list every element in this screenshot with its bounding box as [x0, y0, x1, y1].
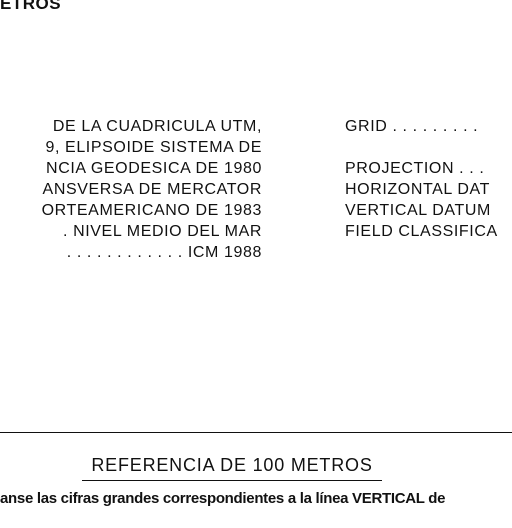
- page-header-title: ETROS: [0, 0, 62, 13]
- info-line-geodesic-reference: NCIA GEODESICA DE 1980: [46, 160, 262, 177]
- english-field-classification-label: FIELD CLASSIFICA: [345, 223, 498, 240]
- reference-title: REFERENCIA DE 100 METROS: [91, 455, 373, 475]
- section-divider: [0, 432, 512, 433]
- english-horizontal-datum-label: HORIZONTAL DAT: [345, 181, 490, 198]
- info-line-vertical-datum: . NIVEL MEDIO DEL MAR: [62, 223, 262, 240]
- reference-note: anse las cifras grandes correspondientes…: [0, 490, 446, 507]
- spanish-map-info-block: DE LA CUADRICULA UTM, 9, ELIPSOIDE SISTE…: [0, 116, 262, 263]
- english-grid-label: GRID . . . . . . . . .: [345, 118, 479, 135]
- info-line-projection: ANSVERSA DE MERCATOR: [42, 181, 262, 198]
- info-line-ellipsoid: 9, ELIPSOIDE SISTEMA DE: [45, 139, 262, 156]
- info-line-horizontal-datum: ORTEAMERICANO DE 1983: [41, 202, 262, 219]
- info-line-grid: DE LA CUADRICULA UTM,: [52, 118, 262, 135]
- english-block-spacer: [345, 137, 512, 158]
- english-vertical-datum-label: VERTICAL DATUM: [345, 202, 491, 219]
- english-map-info-block: GRID . . . . . . . . . PROJECTION . . . …: [345, 116, 512, 242]
- english-projection-label: PROJECTION . . .: [345, 160, 485, 177]
- reference-title-underline: [82, 480, 382, 481]
- info-line-field-classification: . . . . . . . . . . . . ICM 1988: [66, 244, 262, 261]
